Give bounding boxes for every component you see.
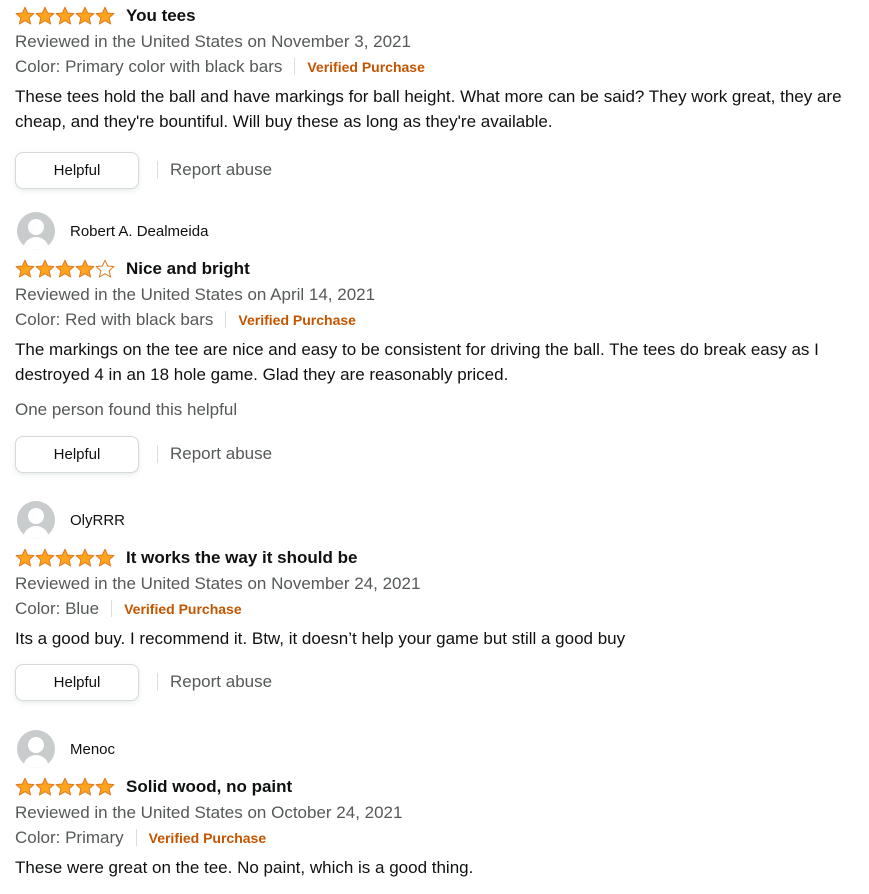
report-abuse-link[interactable]: Report abuse — [170, 444, 272, 464]
meta-divider — [111, 600, 113, 617]
helpful-button[interactable]: Helpful — [15, 151, 139, 189]
review-title[interactable]: You tees — [126, 6, 196, 26]
star-filled-icon — [75, 259, 95, 278]
reviewer-name[interactable]: OlyRRR — [70, 512, 125, 529]
review-body: These tees hold the ball and have markin… — [15, 87, 842, 131]
star-filled-icon — [35, 777, 55, 796]
report-abuse-link[interactable]: Report abuse — [170, 672, 272, 692]
review-body: Its a good buy. I recommend it. Btw, it … — [15, 629, 626, 648]
helpful-button[interactable]: Helpful — [15, 663, 139, 701]
avatar[interactable] — [17, 730, 55, 768]
review-title[interactable]: It works the way it should be — [126, 548, 357, 568]
review-card: Robert A. Dealmeida Nice and bright Revi… — [15, 212, 860, 474]
star-filled-icon — [55, 259, 75, 278]
review-title-row: Nice and bright — [15, 256, 860, 282]
review-card: Menoc Solid wood, no paint Reviewed in t… — [15, 730, 860, 880]
review-card: OlyRRR It works the way it should be Rev… — [15, 501, 860, 702]
verified-purchase-badge: Verified Purchase — [148, 829, 267, 846]
star-empty-icon — [95, 259, 115, 278]
review-date: Reviewed in the United States on Novembe… — [15, 32, 411, 51]
review-title[interactable]: Nice and bright — [126, 259, 250, 279]
star-filled-icon — [35, 548, 55, 567]
review-meta: Color: Red with black bars Verified Purc… — [15, 307, 860, 332]
star-filled-icon — [35, 259, 55, 278]
reviewer-name[interactable]: Menoc — [70, 741, 115, 758]
helpful-button[interactable]: Helpful — [15, 435, 139, 473]
review-meta: Color: Primary Verified Purchase — [15, 825, 860, 850]
review-actions: Helpful Report abuse — [15, 150, 860, 190]
actions-divider — [157, 161, 158, 179]
review-color-variant[interactable]: Color: Red with black bars — [15, 310, 213, 330]
review-title-row: Solid wood, no paint — [15, 774, 860, 800]
review-card: You tees Reviewed in the United States o… — [15, 3, 860, 190]
reviewer-profile[interactable]: Menoc — [15, 730, 860, 768]
star-filled-icon — [95, 777, 115, 796]
star-filled-icon — [55, 6, 75, 25]
verified-purchase-badge: Verified Purchase — [124, 600, 242, 617]
review-title-row: It works the way it should be — [15, 545, 860, 571]
meta-divider — [225, 311, 227, 328]
review-title-row: You tees — [15, 3, 860, 29]
star-filled-icon — [55, 548, 75, 567]
meta-divider — [135, 829, 137, 846]
star-filled-icon — [15, 259, 35, 278]
review-color-variant[interactable]: Color: Blue — [15, 599, 99, 619]
avatar-head — [28, 219, 44, 235]
review-date: Reviewed in the United States on April 1… — [15, 285, 376, 304]
reviewer-name[interactable]: Robert A. Dealmeida — [70, 223, 208, 240]
review-meta: Color: Primary color with black bars Ver… — [15, 54, 860, 79]
star-filled-icon — [15, 777, 35, 796]
star-rating[interactable] — [15, 548, 115, 568]
actions-divider — [157, 673, 158, 691]
review-meta: Color: Blue Verified Purchase — [15, 596, 860, 621]
review-title[interactable]: Solid wood, no paint — [126, 777, 292, 797]
avatar[interactable] — [17, 501, 55, 539]
helpful-vote-count: One person found this helpful — [15, 400, 238, 419]
star-filled-icon — [15, 548, 35, 567]
star-filled-icon — [35, 6, 55, 25]
avatar-body — [23, 237, 49, 250]
avatar-body — [23, 526, 49, 539]
review-date: Reviewed in the United States on October… — [15, 803, 403, 822]
review-body: These were great on the tee. No paint, w… — [15, 858, 474, 877]
star-rating[interactable] — [15, 259, 115, 279]
avatar-head — [28, 737, 44, 753]
review-actions: Helpful Report abuse — [15, 662, 860, 702]
star-rating[interactable] — [15, 6, 115, 26]
star-rating[interactable] — [15, 777, 115, 797]
verified-purchase-badge: Verified Purchase — [238, 311, 356, 328]
report-abuse-link[interactable]: Report abuse — [170, 160, 272, 180]
verified-purchase-badge: Verified Purchase — [307, 58, 425, 75]
meta-divider — [294, 58, 296, 75]
star-filled-icon — [55, 777, 75, 796]
reviewer-profile[interactable]: Robert A. Dealmeida — [15, 212, 860, 250]
actions-divider — [157, 445, 158, 463]
star-filled-icon — [95, 6, 115, 25]
avatar[interactable] — [17, 212, 55, 250]
star-filled-icon — [75, 548, 95, 567]
avatar-body — [23, 755, 49, 768]
reviewer-profile[interactable]: OlyRRR — [15, 501, 860, 539]
review-actions: Helpful Report abuse — [15, 434, 860, 474]
star-filled-icon — [75, 6, 95, 25]
review-body: The markings on the tee are nice and eas… — [15, 340, 819, 384]
review-date: Reviewed in the United States on Novembe… — [15, 574, 421, 593]
star-filled-icon — [75, 777, 95, 796]
star-filled-icon — [95, 548, 115, 567]
review-color-variant[interactable]: Color: Primary color with black bars — [15, 57, 282, 77]
avatar-head — [28, 508, 44, 524]
star-filled-icon — [15, 6, 35, 25]
review-color-variant[interactable]: Color: Primary — [15, 828, 124, 848]
